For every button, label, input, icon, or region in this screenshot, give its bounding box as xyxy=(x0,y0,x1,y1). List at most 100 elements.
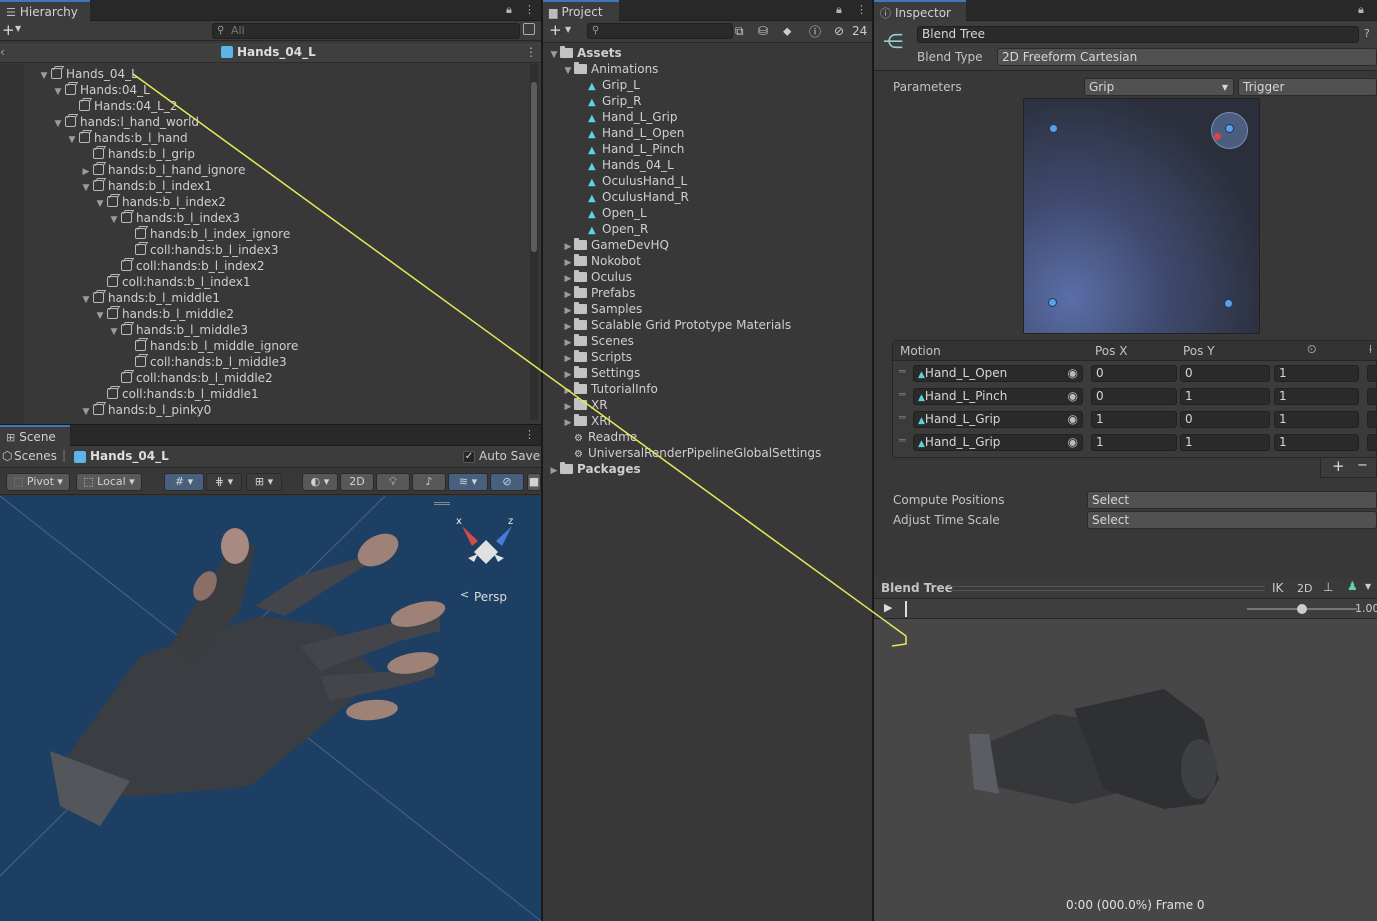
local-dropdown[interactable]: ⬚ Local ▾ xyxy=(76,473,142,491)
hierarchy-item[interactable]: ▼ Hands_04_L xyxy=(38,66,138,82)
grid-snap-button[interactable]: # ▾ xyxy=(164,473,204,491)
project-item[interactable]: ⚙ UniversalRenderPipelineGlobalSettings xyxy=(562,445,821,461)
hierarchy-item[interactable]: coll:hands:b_l_middle3 xyxy=(122,354,287,370)
project-item[interactable]: ▲ Hands_04_L xyxy=(576,157,674,173)
object-picker-icon[interactable]: ◉ xyxy=(1068,366,1078,381)
effects-dropdown[interactable]: ≋ ▾ xyxy=(448,473,488,491)
add-motion-button[interactable]: + xyxy=(1332,457,1345,475)
collapsed-arrow-icon[interactable]: ▶ xyxy=(548,463,560,479)
hierarchy-item[interactable]: ▼ hands:b_l_hand xyxy=(66,130,188,146)
hierarchy-item[interactable]: Hands:04_L_2 xyxy=(66,98,177,114)
expanded-arrow-icon[interactable]: ▼ xyxy=(548,47,560,63)
motion-object-field[interactable]: ▲Hand_L_Open ◉ xyxy=(913,365,1083,382)
project-item[interactable]: ▶ Prefabs xyxy=(562,285,636,301)
back-arrow-icon[interactable]: ‹ xyxy=(0,45,5,59)
info-icon[interactable]: ⓘ xyxy=(809,23,821,40)
project-item[interactable]: ▶ Scenes xyxy=(562,333,634,349)
add-icon[interactable]: + xyxy=(2,21,15,39)
toggle-2d-button[interactable]: 2D xyxy=(340,473,374,491)
motion-posx-field[interactable]: 0 xyxy=(1091,365,1177,382)
search-options-icon[interactable] xyxy=(523,23,535,35)
project-item[interactable]: ▶ Settings xyxy=(562,365,640,381)
motion-point-open[interactable] xyxy=(1049,124,1058,133)
help-icon[interactable]: ? xyxy=(1364,27,1370,40)
motion-mirror-toggle[interactable] xyxy=(1367,365,1377,382)
motion-speed-field[interactable]: 1 xyxy=(1274,434,1359,451)
project-item[interactable]: ▶ XR xyxy=(562,397,608,413)
lock-icon[interactable]: 🔒︎ xyxy=(836,3,842,17)
expanded-arrow-icon[interactable]: ▼ xyxy=(80,180,92,196)
expanded-arrow-icon[interactable]: ▼ xyxy=(52,116,64,132)
visibility-button[interactable]: ⊘ xyxy=(490,473,524,491)
hierarchy-item[interactable]: hands:b_l_middle_ignore xyxy=(122,338,298,354)
hierarchy-item[interactable]: ▼ hands:b_l_middle3 xyxy=(108,322,249,338)
preview-viewport[interactable]: 0:00 (000.0%) Frame 0 xyxy=(874,619,1377,921)
compute-positions-dropdown[interactable]: Select xyxy=(1087,491,1377,509)
param-x-dropdown[interactable]: Grip ▼ xyxy=(1084,78,1234,96)
motion-posy-field[interactable]: 0 xyxy=(1180,411,1270,428)
hierarchy-item[interactable]: ▼ hands:b_l_index3 xyxy=(108,210,240,226)
draw-mode-dropdown[interactable]: ◐ ▾ xyxy=(302,473,338,491)
tab-inspector[interactable]: ⓘ Inspector xyxy=(874,0,966,21)
hierarchy-item[interactable]: coll:hands:b_l_middle2 xyxy=(108,370,273,386)
drag-handle-icon[interactable]: ═ xyxy=(899,365,906,378)
motion-posx-field[interactable]: 1 xyxy=(1091,411,1177,428)
project-item[interactable]: ▲ Hand_L_Open xyxy=(576,125,684,141)
remove-motion-button[interactable]: − xyxy=(1357,458,1368,473)
scrollbar-thumb[interactable] xyxy=(531,82,537,252)
timeline-cursor[interactable] xyxy=(905,601,907,617)
breadcrumb-scenes[interactable]: Scenes xyxy=(14,449,57,463)
more-icon[interactable]: ⋮ xyxy=(524,428,535,441)
hierarchy-item[interactable]: coll:hands:b_l_index2 xyxy=(108,258,265,274)
project-item[interactable]: ▶ Samples xyxy=(562,301,642,317)
speed-slider-thumb[interactable] xyxy=(1297,604,1307,614)
tab-hierarchy[interactable]: ☰ Hierarchy xyxy=(0,0,90,21)
motion-posx-field[interactable]: 1 xyxy=(1091,434,1177,451)
pivot-dropdown[interactable]: ⬚ Pivot ▾ xyxy=(6,473,70,491)
expanded-arrow-icon[interactable]: ▼ xyxy=(80,292,92,308)
filter-type-icon[interactable]: ⛁ xyxy=(758,24,768,38)
object-picker-icon[interactable]: ◉ xyxy=(1068,389,1078,404)
blend-2d-graph[interactable] xyxy=(1023,98,1260,334)
project-search-input[interactable]: ⚲ xyxy=(587,23,733,39)
project-item[interactable]: ▶ Scripts xyxy=(562,349,632,365)
blend-type-dropdown[interactable]: 2D Freeform Cartesian xyxy=(997,48,1377,66)
preview-2d-button[interactable]: 2D xyxy=(1297,582,1312,595)
avatar-icon[interactable]: ♟ xyxy=(1347,579,1358,593)
motion-point-grip-bottom[interactable] xyxy=(1224,299,1233,308)
motion-posy-field[interactable]: 1 xyxy=(1180,434,1270,451)
drag-handle-icon[interactable]: ═ xyxy=(899,411,906,424)
gizmos-button[interactable]: ■ xyxy=(527,473,541,491)
scene-menu-icon[interactable]: ⋮ xyxy=(525,45,537,59)
hierarchy-scrollbar[interactable] xyxy=(530,64,538,420)
project-item[interactable]: ▲ OculusHand_R xyxy=(576,189,689,205)
hierarchy-item[interactable]: ▶ hands:b_l_hand_ignore xyxy=(80,162,246,178)
search-scope-icon[interactable]: ⧉ xyxy=(735,24,744,39)
scene-viewport[interactable]: x z < Persp xyxy=(0,496,541,921)
persp-label[interactable]: Persp xyxy=(474,590,507,604)
motion-speed-field[interactable]: 1 xyxy=(1274,365,1359,382)
motion-mirror-toggle[interactable] xyxy=(1367,434,1377,451)
hierarchy-item[interactable]: ▼ Hands:04_L xyxy=(52,82,150,98)
motion-object-field[interactable]: ▲Hand_L_Pinch ◉ xyxy=(913,388,1083,405)
drag-handle-icon[interactable]: ═ xyxy=(899,388,906,401)
add-icon[interactable]: + xyxy=(549,21,562,39)
hierarchy-item[interactable]: ▼ hands:b_l_pinky0 xyxy=(80,402,212,418)
project-item[interactable]: ▲ Grip_L xyxy=(576,77,640,93)
hidden-packages-icon[interactable]: ⊘ xyxy=(834,24,844,38)
play-icon[interactable]: ▶ xyxy=(884,601,892,614)
project-item[interactable]: ▲ Open_R xyxy=(576,221,648,237)
drag-handle-icon[interactable]: ═ xyxy=(899,434,906,447)
motion-object-field[interactable]: ▲Hand_L_Grip ◉ xyxy=(913,411,1083,428)
lock-icon[interactable]: 🔒︎ xyxy=(506,3,512,17)
expanded-arrow-icon[interactable]: ▼ xyxy=(94,308,106,324)
project-item[interactable]: ⚙ Readme xyxy=(562,429,637,445)
hierarchy-item[interactable]: coll:hands:b_l_middle1 xyxy=(94,386,259,402)
ik-button[interactable]: IK xyxy=(1272,581,1283,595)
chevron-down-icon[interactable]: ▼ xyxy=(565,25,571,34)
expanded-arrow-icon[interactable]: ▼ xyxy=(38,68,50,84)
project-item[interactable]: ▲ OculusHand_L xyxy=(576,173,687,189)
project-item[interactable]: ▲ Grip_R xyxy=(576,93,642,109)
breadcrumb-prefab[interactable]: Hands_04_L xyxy=(90,449,169,463)
hierarchy-item[interactable]: ▼ hands:b_l_middle1 xyxy=(80,290,221,308)
